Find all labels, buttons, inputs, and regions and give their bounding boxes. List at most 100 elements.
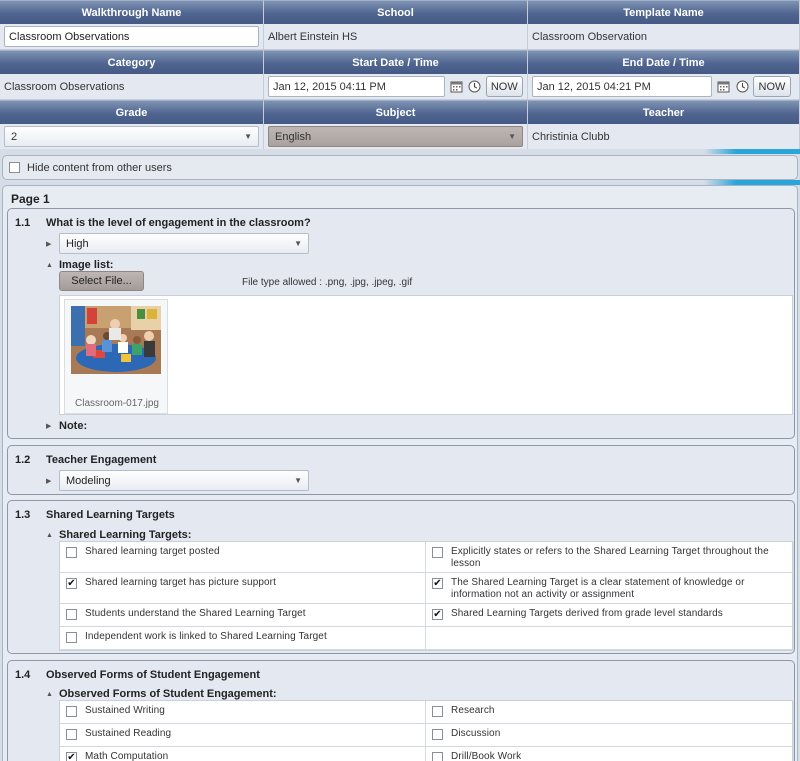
checklist-item-label: Research bbox=[451, 705, 495, 716]
expand-triangle-icon[interactable]: ▶ bbox=[46, 477, 56, 485]
calendar-icon[interactable] bbox=[715, 79, 731, 95]
question-1-1: 1.1 What is the level of engagement in t… bbox=[7, 208, 795, 439]
walkthrough-name-cell: Classroom Observations bbox=[0, 24, 264, 50]
checkbox[interactable]: ✔ bbox=[432, 578, 443, 589]
question-title: Shared Learning Targets bbox=[46, 509, 175, 521]
select-file-button[interactable]: Select File... bbox=[59, 271, 144, 291]
checkmark-icon: ✔ bbox=[67, 577, 76, 589]
shared-targets-checklist: Shared learning target posted Explicitly… bbox=[59, 541, 794, 651]
collapse-triangle-icon[interactable]: ▲ bbox=[46, 691, 56, 698]
expand-triangle-icon[interactable]: ▶ bbox=[46, 240, 56, 248]
grade-select-value: 2 bbox=[11, 130, 18, 143]
template-name-header: Template Name bbox=[528, 0, 800, 24]
question-title: Observed Forms of Student Engagement bbox=[46, 669, 260, 681]
checklist-item-label: Sustained Reading bbox=[85, 728, 172, 739]
end-date-header: End Date / Time bbox=[528, 50, 800, 74]
checkbox[interactable] bbox=[66, 729, 77, 740]
end-now-button[interactable]: NOW bbox=[753, 76, 791, 97]
dropdown-caret-icon: ▼ bbox=[294, 239, 302, 248]
category-header: Category bbox=[0, 50, 264, 74]
checklist-item-label: Independent work is linked to Shared Lea… bbox=[85, 631, 327, 642]
checkbox[interactable]: ✔ bbox=[66, 752, 77, 761]
checklist-item-label: Shared learning target has picture suppo… bbox=[85, 577, 276, 588]
checklist-item[interactable]: Sustained Writing bbox=[60, 701, 426, 724]
checklist-item-label: Math Computation bbox=[85, 751, 169, 761]
image-thumbnail-card[interactable]: Classroom-017.jpg bbox=[64, 299, 168, 414]
checkbox[interactable] bbox=[66, 706, 77, 717]
engagement-forms-header[interactable]: ▲ Observed Forms of Student Engagement: bbox=[46, 688, 277, 700]
grade-header: Grade bbox=[0, 100, 264, 124]
expand-triangle-icon[interactable]: ▶ bbox=[46, 422, 56, 430]
checklist-item[interactable]: ✔ Math Computation bbox=[60, 747, 426, 761]
checkbox[interactable] bbox=[432, 547, 443, 558]
checklist-item[interactable]: Shared learning target posted bbox=[60, 542, 426, 573]
question-number: 1.3 bbox=[15, 509, 31, 521]
note-header[interactable]: ▶ Note: bbox=[46, 420, 87, 432]
clock-icon[interactable] bbox=[467, 79, 483, 95]
image-list-area: Classroom-017.jpg bbox=[59, 295, 793, 415]
image-list-header[interactable]: ▲ Image list: bbox=[46, 259, 113, 271]
checklist-item-label: Sustained Writing bbox=[85, 705, 165, 716]
checklist-item[interactable]: ✔ The Shared Learning Target is a clear s… bbox=[426, 573, 794, 604]
checkbox[interactable] bbox=[66, 609, 77, 620]
checklist-item[interactable]: Students understand the Shared Learning … bbox=[60, 604, 426, 627]
checklist-item[interactable]: Drill/Book Work bbox=[426, 747, 794, 761]
collapse-triangle-icon[interactable]: ▲ bbox=[46, 532, 56, 539]
grade-select[interactable]: 2 ▼ bbox=[4, 126, 259, 147]
question-number: 1.2 bbox=[15, 454, 31, 466]
checklist-item[interactable]: Sustained Reading bbox=[60, 724, 426, 747]
checklist-item[interactable]: Independent work is linked to Shared Lea… bbox=[60, 627, 426, 650]
subject-select-value: English bbox=[275, 130, 312, 143]
checklist-item-label: Drill/Book Work bbox=[451, 751, 522, 761]
engagement-forms-label: Observed Forms of Student Engagement: bbox=[59, 688, 277, 700]
start-date-cell: Jan 12, 2015 04:11 PM NOW bbox=[264, 74, 528, 100]
checkbox[interactable] bbox=[432, 706, 443, 717]
hide-content-row[interactable]: Hide content from other users bbox=[2, 155, 798, 180]
start-now-button[interactable]: NOW bbox=[485, 76, 523, 97]
walkthrough-name-input[interactable]: Classroom Observations bbox=[4, 26, 259, 47]
start-date-input[interactable]: Jan 12, 2015 04:11 PM bbox=[268, 76, 446, 97]
clock-icon[interactable] bbox=[734, 79, 750, 95]
checklist-item-label: Shared learning target posted bbox=[85, 546, 220, 557]
checklist-empty-cell bbox=[426, 627, 794, 650]
question-1-2: 1.2 Teacher Engagement ▶ Modeling ▼ bbox=[7, 445, 795, 495]
template-name-value: Classroom Observation bbox=[528, 24, 800, 50]
checklist-item[interactable]: ✔ Shared learning target has picture supp… bbox=[60, 573, 426, 604]
checklist-item[interactable]: Research bbox=[426, 701, 794, 724]
checkbox[interactable] bbox=[66, 632, 77, 643]
subject-select[interactable]: English ▼ bbox=[268, 126, 523, 147]
checklist-item[interactable]: Explicitly states or refers to the Share… bbox=[426, 542, 794, 573]
image-caption: Classroom-017.jpg bbox=[75, 398, 159, 409]
end-date-input[interactable]: Jan 12, 2015 04:21 PM bbox=[532, 76, 712, 97]
engagement-forms-checklist: Sustained Writing Research Sustained Rea… bbox=[59, 700, 794, 761]
dropdown-caret-icon: ▼ bbox=[508, 132, 516, 141]
end-date-cell: Jan 12, 2015 04:21 PM NOW bbox=[528, 74, 800, 100]
note-label: Note: bbox=[59, 420, 88, 432]
checkbox[interactable] bbox=[432, 752, 443, 761]
question-number: 1.4 bbox=[15, 669, 31, 681]
dropdown-caret-icon: ▼ bbox=[244, 132, 252, 141]
checklist-item-label: Shared Learning Targets derived from gra… bbox=[451, 608, 723, 619]
checkbox[interactable]: ✔ bbox=[66, 578, 77, 589]
teacher-value: Christinia Clubb bbox=[528, 124, 800, 150]
hide-content-checkbox[interactable] bbox=[9, 162, 20, 173]
checklist-item[interactable]: ✔ Shared Learning Targets derived from gr… bbox=[426, 604, 794, 627]
shared-targets-header[interactable]: ▲ Shared Learning Targets: bbox=[46, 529, 191, 541]
question-title: Teacher Engagement bbox=[46, 454, 157, 466]
page-title: Page 1 bbox=[11, 192, 50, 206]
calendar-icon[interactable] bbox=[448, 79, 464, 95]
checklist-item[interactable]: Discussion bbox=[426, 724, 794, 747]
checklist-item-label: Explicitly states or refers to the Share… bbox=[451, 546, 769, 569]
collapse-triangle-icon[interactable]: ▲ bbox=[46, 262, 56, 269]
checkbox[interactable]: ✔ bbox=[432, 609, 443, 620]
checklist-item-label: Students understand the Shared Learning … bbox=[85, 608, 306, 619]
teacher-engagement-select[interactable]: Modeling ▼ bbox=[59, 470, 309, 491]
page-panel: Page 1 1.1 What is the level of engageme… bbox=[2, 185, 798, 761]
hide-content-label: Hide content from other users bbox=[27, 161, 172, 174]
engagement-level-select[interactable]: High ▼ bbox=[59, 233, 309, 254]
checkbox[interactable] bbox=[432, 729, 443, 740]
checkbox[interactable] bbox=[66, 547, 77, 558]
question-title: What is the level of engagement in the c… bbox=[46, 217, 311, 229]
checklist-item-label: The Shared Learning Target is a clear st… bbox=[451, 577, 745, 600]
question-1-3: 1.3 Shared Learning Targets ▲ Shared Lea… bbox=[7, 500, 795, 654]
